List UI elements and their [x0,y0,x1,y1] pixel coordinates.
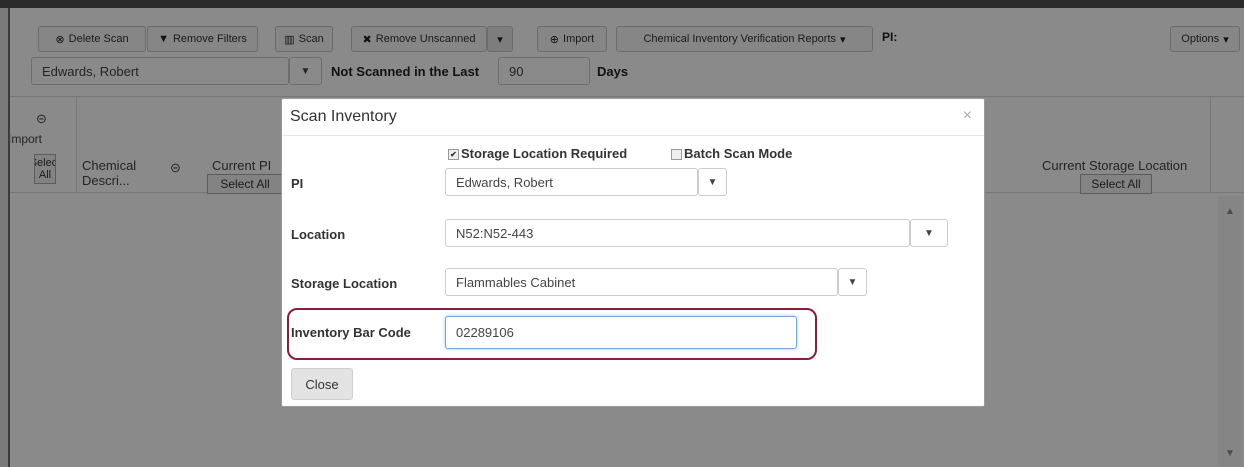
location-select-caret[interactable]: ▼ [910,219,948,247]
storage-location-label: Storage Location [291,276,398,291]
location-select-value: N52:N52-443 [456,225,534,241]
storage-location-value: Flammables Cabinet [456,274,576,290]
barcode-value: 02289106 [456,325,514,340]
pi-select-caret[interactable]: ▼ [698,168,727,196]
barcode-label: Inventory Bar Code [291,325,411,340]
modal-header: Scan Inventory × [282,99,984,136]
batch-scan-checkbox[interactable]: Batch Scan Mode [671,146,792,161]
close-button[interactable]: Close [291,368,353,400]
pi-select-value: Edwards, Robert [456,174,553,190]
storage-location-select[interactable]: Flammables Cabinet [445,268,838,296]
pi-label: PI [291,176,304,191]
scan-inventory-modal: Scan Inventory × ✔ Storage Location Requi… [281,98,985,407]
top-border [0,0,1244,8]
storage-location-caret[interactable]: ▼ [838,268,867,296]
barcode-input[interactable]: 02289106 [445,316,797,349]
close-button-label: Close [305,376,339,392]
storage-required-checkbox[interactable]: ✔ Storage Location Required [448,146,627,161]
checkbox-checked-icon: ✔ [448,149,459,161]
caret-down-icon: ▼ [847,276,858,288]
storage-required-label: Storage Location Required [461,146,628,161]
caret-down-icon: ▼ [924,227,934,239]
close-icon[interactable]: × [963,107,972,125]
location-label: Location [291,227,346,242]
modal-title: Scan Inventory [290,108,397,125]
pi-select[interactable]: Edwards, Robert [445,168,698,196]
caret-down-icon: ▼ [707,176,718,188]
location-select[interactable]: N52:N52-443 [445,219,910,247]
batch-scan-label: Batch Scan Mode [684,146,793,161]
checkbox-unchecked-icon [671,149,682,161]
